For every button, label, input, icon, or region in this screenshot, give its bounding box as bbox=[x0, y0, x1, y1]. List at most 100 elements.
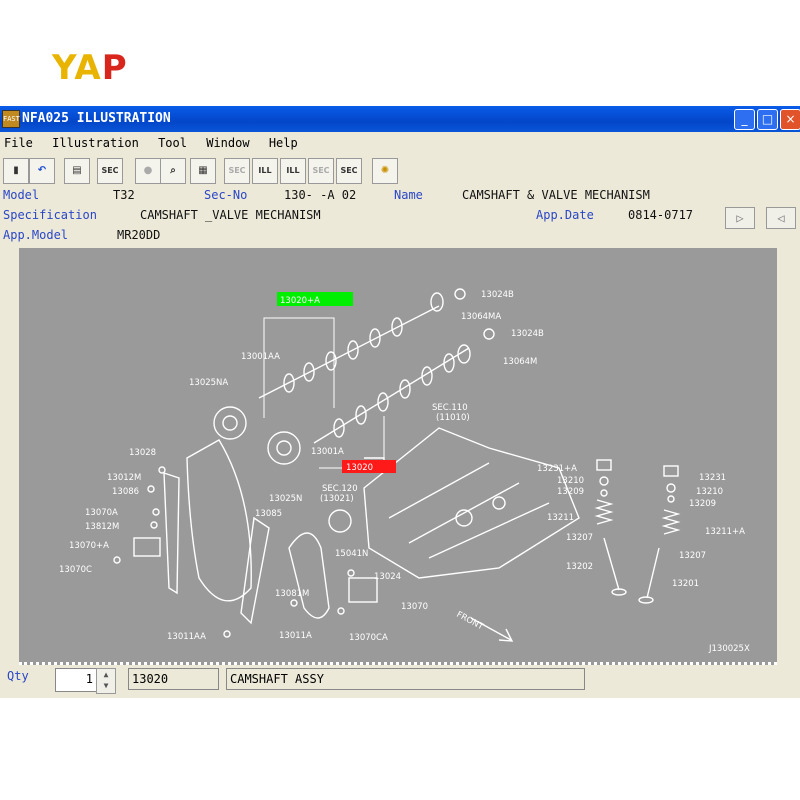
part-label: 13209 bbox=[557, 487, 584, 497]
valve-stem bbox=[603, 537, 620, 591]
next-date-button[interactable]: ▷ bbox=[725, 207, 755, 229]
part-label: 13070+A bbox=[69, 541, 109, 551]
qty-input[interactable]: 1 bbox=[55, 668, 98, 692]
part-label: 13207 bbox=[679, 551, 706, 561]
part-label: 13064M bbox=[503, 357, 537, 367]
ill-next-icon[interactable]: ILL bbox=[280, 158, 306, 184]
circle-icon[interactable]: ● bbox=[135, 158, 161, 184]
appdate-label: App.Date bbox=[536, 208, 594, 222]
part-label: 13231+A bbox=[537, 464, 577, 474]
sec-icon[interactable]: SEC bbox=[97, 158, 123, 184]
part-label: 13070 bbox=[401, 602, 428, 612]
part-label: 13209 bbox=[689, 499, 716, 509]
brand-logo: YAP bbox=[52, 48, 128, 88]
spec-label: Specification bbox=[3, 208, 97, 222]
chain-guide bbox=[163, 472, 180, 595]
undo-icon[interactable]: ↶ bbox=[29, 158, 55, 184]
part-label: 13070A bbox=[85, 508, 118, 518]
valve-lifter bbox=[596, 459, 612, 471]
part-label: 13012M bbox=[107, 473, 141, 483]
prev-date-button[interactable]: ◁ bbox=[766, 207, 796, 229]
part-label: 13011AA bbox=[167, 632, 206, 642]
highlight-green-label: 13020+A bbox=[280, 296, 320, 306]
part-label: 13011A bbox=[279, 631, 312, 641]
part-label: 13210 bbox=[557, 476, 584, 486]
search-icon[interactable]: ⌕ bbox=[160, 158, 186, 184]
menu-window[interactable]: Window bbox=[206, 133, 249, 153]
part-number-field: 13020 bbox=[128, 668, 219, 690]
sprocket-13025n bbox=[267, 431, 301, 465]
highlight-red-label: 13020 bbox=[346, 463, 373, 473]
front-label: FRONT bbox=[455, 610, 486, 633]
window-title: NFA025 ILLUSTRATION bbox=[22, 111, 171, 126]
sec-jump-icon[interactable]: SEC bbox=[336, 158, 362, 184]
part-label: 15041N bbox=[335, 549, 368, 559]
part-label: 13001AA bbox=[241, 352, 280, 362]
lightbulb-icon[interactable]: ✺ bbox=[372, 158, 398, 184]
sprocket-15041n bbox=[328, 509, 352, 533]
part-label: (11010) bbox=[436, 413, 470, 423]
menu-help[interactable]: Help bbox=[269, 133, 298, 153]
logo-letter: A bbox=[74, 48, 102, 88]
part-label: 13210 bbox=[696, 487, 723, 497]
maximize-button[interactable]: □ bbox=[757, 109, 778, 130]
menu-file[interactable]: File bbox=[4, 133, 33, 153]
sprocket-13025na bbox=[213, 406, 247, 440]
cylinder-head bbox=[363, 427, 580, 579]
logo-letter: P bbox=[101, 48, 128, 88]
part-label: (13021) bbox=[320, 494, 354, 504]
cam-lobes bbox=[283, 317, 455, 438]
title-bar[interactable]: FAST NFA025 ILLUSTRATION _ □ × bbox=[0, 106, 800, 132]
timing-chain bbox=[186, 439, 252, 602]
part-label: 13202 bbox=[566, 562, 593, 572]
part-label: SEC.120 bbox=[322, 484, 358, 494]
part-label: 13231 bbox=[699, 473, 726, 483]
minimize-button[interactable]: _ bbox=[734, 109, 755, 130]
part-label: 13201 bbox=[672, 579, 699, 589]
part-label: 13025N bbox=[269, 494, 302, 504]
part-label: SEC.110 bbox=[432, 403, 468, 413]
part-label: 13024 bbox=[374, 572, 401, 582]
part-label: 13211 bbox=[547, 513, 574, 523]
name-label: Name bbox=[394, 188, 423, 202]
menu-tool[interactable]: Tool bbox=[158, 133, 187, 153]
print-icon[interactable]: ▤ bbox=[64, 158, 90, 184]
sec-next-icon[interactable]: SEC bbox=[308, 158, 334, 184]
part-label: 13028 bbox=[129, 448, 156, 458]
secno-label: Sec-No bbox=[204, 188, 248, 202]
camshaft-intake-line bbox=[313, 347, 470, 444]
part-label: 13070C bbox=[59, 565, 92, 575]
menu-illustration[interactable]: Illustration bbox=[52, 133, 139, 153]
part-label: 13211+A bbox=[705, 527, 745, 537]
qty-label: Qty bbox=[7, 669, 29, 683]
model-value: T32 bbox=[113, 188, 135, 202]
part-label: 13001A bbox=[311, 447, 344, 457]
sec-prev-icon[interactable]: SEC bbox=[224, 158, 250, 184]
notes-icon[interactable]: ▦ bbox=[190, 158, 216, 184]
spec-value: CAMSHAFT _VALVE MECHANISM bbox=[140, 208, 321, 222]
part-label: 13081M bbox=[275, 589, 309, 599]
ill-prev-icon[interactable]: ILL bbox=[252, 158, 278, 184]
logo-letter: Y bbox=[52, 48, 75, 88]
menu-bar: File Illustration Tool Window Help bbox=[0, 133, 800, 153]
toolbar: ▮ ↶ ▤ SEC ● ⌕ ▦ SEC ILL ILL SEC SEC ✺ bbox=[0, 155, 800, 185]
part-label: 13086 bbox=[112, 487, 139, 497]
secno-value: 130- -A 02 bbox=[284, 188, 357, 202]
app-icon: FAST bbox=[2, 110, 20, 128]
appmodel-value: MR20DD bbox=[117, 228, 161, 242]
close-button[interactable]: × bbox=[780, 109, 800, 130]
qty-spinner[interactable]: ▲ ▼ bbox=[96, 668, 116, 694]
part-label: 13025NA bbox=[189, 378, 228, 388]
model-label: Model bbox=[3, 188, 40, 202]
part-label: 13085 bbox=[255, 509, 282, 519]
illustration-canvas[interactable]: 13020+A 13020 13024B 13064MA 13024B 1306… bbox=[19, 248, 777, 665]
illustration-code: J130025X bbox=[708, 644, 750, 654]
tensioner bbox=[133, 537, 161, 557]
part-label: 13207 bbox=[566, 533, 593, 543]
app-window: FAST NFA025 ILLUSTRATION _ □ × File Illu… bbox=[0, 106, 800, 698]
parts-diagram: 13020+A 13020 13024B 13064MA 13024B 1306… bbox=[59, 288, 750, 654]
part-label: 13024B bbox=[481, 290, 514, 300]
part-label: 13812M bbox=[85, 522, 119, 532]
appmodel-label: App.Model bbox=[3, 228, 69, 242]
exit-icon[interactable]: ▮ bbox=[3, 158, 29, 184]
